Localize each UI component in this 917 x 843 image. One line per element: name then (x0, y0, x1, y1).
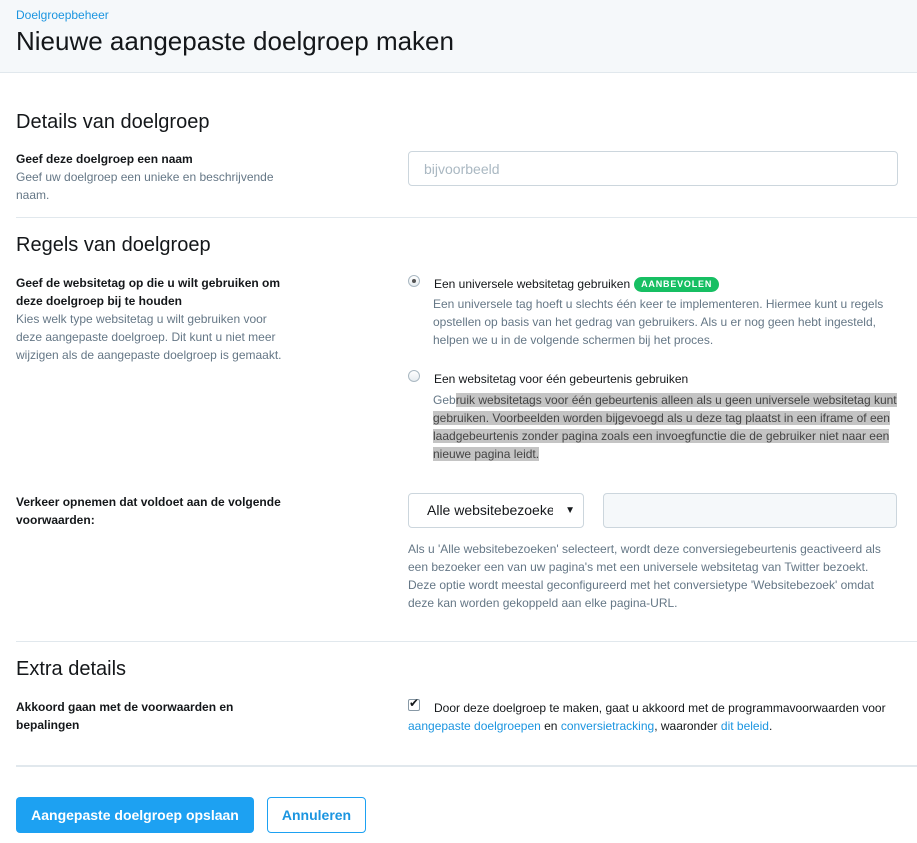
section-title-extra: Extra details (16, 658, 127, 680)
link-this-policy[interactable]: dit beleid (721, 719, 769, 733)
terms-checkbox[interactable]: ✔ (408, 696, 420, 711)
audience-name-help: Geef uw doelgroep een unieke en beschrij… (16, 170, 274, 202)
terms-text-part: , waaronder (654, 719, 721, 733)
radio-universal-tag[interactable] (408, 275, 420, 287)
page-title: Nieuwe aangepaste doelgroep maken (16, 26, 454, 56)
recommended-badge: AANBEVOLEN (634, 277, 720, 292)
link-custom-audiences[interactable]: aangepaste doelgroepen (408, 719, 541, 733)
terms-text-part: . (768, 719, 773, 733)
divider (16, 217, 917, 218)
link-conversion-tracking[interactable]: conversietracking (561, 719, 654, 733)
option-universal-tag-label: Een universele websitetag gebruiken (434, 277, 631, 291)
option-single-event-tag-desc: Gebruik websitetags voor één gebeurtenis… (433, 391, 903, 463)
desc-text: Geb (433, 393, 456, 407)
cancel-button[interactable]: Annuleren (267, 797, 366, 833)
traffic-conditions-label: Verkeer opnemen dat voldoet aan de volge… (16, 495, 281, 527)
divider (16, 641, 917, 642)
divider (16, 765, 917, 767)
audience-name-label: Geef deze doelgroep een naam (16, 152, 193, 166)
save-audience-button[interactable]: Aangepaste doelgroep opslaan (16, 797, 254, 833)
option-single-event-tag[interactable]: Een websitetag voor één gebeurtenis gebr… (434, 370, 688, 388)
terms-text-part: Door deze doelgroep te maken, gaat u akk… (434, 701, 886, 715)
website-tag-label: Geef de websitetag op die u wilt gebruik… (16, 276, 281, 308)
chevron-down-icon: ▼ (565, 505, 575, 516)
traffic-url-input[interactable] (603, 493, 897, 528)
breadcrumb-audience-manager[interactable]: Doelgroepbeheer (16, 8, 109, 22)
terms-text-part: en (540, 719, 561, 733)
option-universal-tag-desc: Een universele tag hoeft u slechts één k… (433, 297, 884, 347)
section-title-rules: Regels van doelgroep (16, 234, 211, 256)
audience-name-input[interactable] (408, 151, 898, 186)
terms-label: Akkoord gaan met de voorwaarden en bepal… (16, 700, 234, 732)
traffic-condition-value: Alle websitebezoeken (427, 502, 553, 518)
page-header: Doelgroepbeheer Nieuwe aangepaste doelgr… (0, 0, 917, 73)
traffic-condition-select[interactable]: Alle websitebezoeken ▼ (408, 493, 584, 528)
desc-highlighted-text: ruik websitetags voor één gebeurtenis al… (433, 393, 897, 461)
section-title-details: Details van doelgroep (16, 111, 210, 133)
terms-text: Door deze doelgroep te maken, gaat u akk… (408, 699, 898, 735)
radio-single-event-tag[interactable] (408, 370, 420, 382)
checkmark-icon: ✔ (409, 696, 420, 710)
traffic-conditions-help: Als u 'Alle websitebezoeken' selecteert,… (408, 542, 881, 610)
website-tag-help: Kies welk type websitetag u wilt gebruik… (16, 312, 282, 362)
option-universal-tag[interactable]: Een universele websitetag gebruiken AANBE… (434, 275, 720, 293)
